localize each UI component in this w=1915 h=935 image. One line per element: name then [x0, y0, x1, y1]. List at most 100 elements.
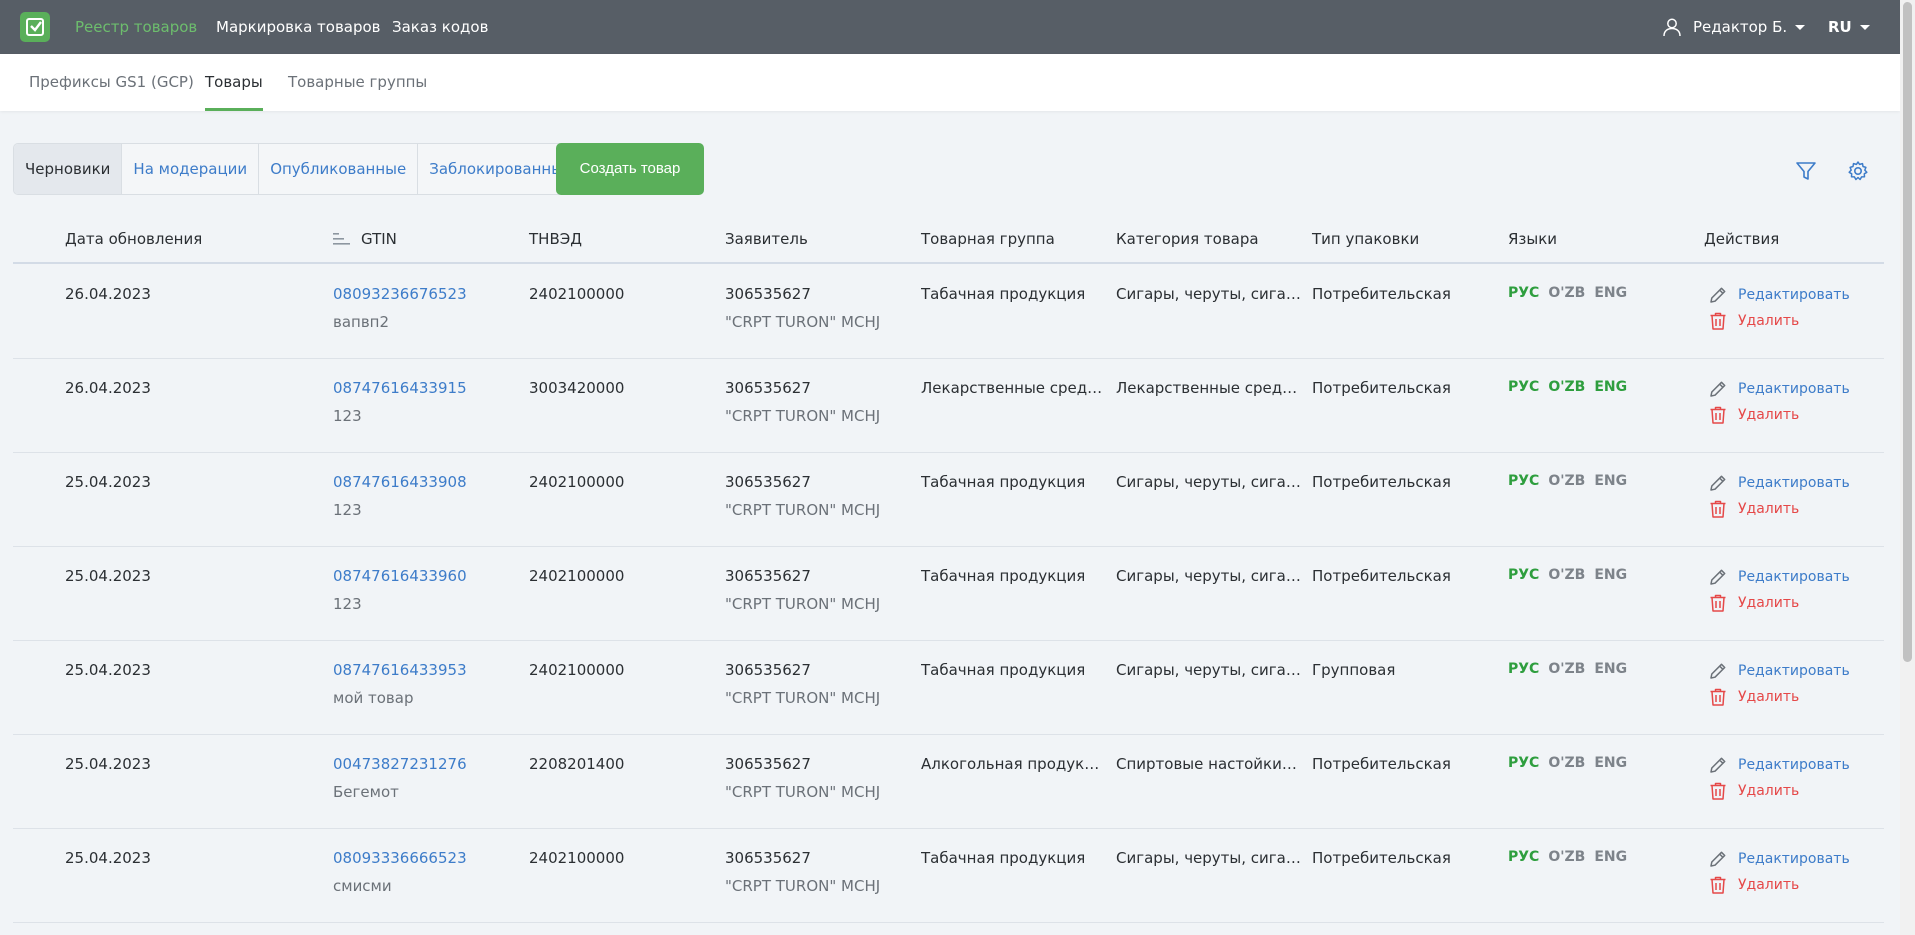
header-applicant[interactable]: Заявитель [725, 222, 808, 256]
status-published[interactable]: Опубликованные [258, 144, 417, 194]
lang-ru: РУС [1508, 285, 1540, 301]
cell-product-category: Сигары, черуты, сигари... [1116, 849, 1301, 867]
delete-button[interactable]: Удалить [1708, 593, 1799, 613]
cell-product-group: Табачная продукция [921, 473, 1086, 491]
cell-gtin-link[interactable]: 08747616433953 [333, 661, 467, 679]
cell-tnved: 2402100000 [529, 661, 625, 679]
cell-package-type: Групповая [1312, 661, 1396, 679]
edit-button[interactable]: Редактировать [1708, 285, 1850, 305]
nav-code-orders[interactable]: Заказ кодов [392, 0, 488, 54]
cell-product-name: смисми [333, 877, 392, 895]
cell-tnved: 2402100000 [529, 473, 625, 491]
header-product-group[interactable]: Товарная группа [921, 222, 1055, 256]
edit-label: Редактировать [1738, 287, 1850, 303]
cell-applicant-name: "CRPT TURON" MCHJ [725, 407, 881, 425]
delete-label: Удалить [1738, 501, 1800, 517]
delete-button[interactable]: Удалить [1708, 311, 1799, 331]
cell-applicant-name: "CRPT TURON" MCHJ [725, 313, 881, 331]
cell-update-date: 26.04.2023 [65, 379, 151, 397]
cell-product-group: Табачная продукция [921, 661, 1086, 679]
delete-label: Удалить [1738, 877, 1800, 893]
lang-en: ENG [1594, 285, 1628, 301]
vertical-scrollbar[interactable] [1900, 0, 1915, 935]
lang-uz: O'ZB [1548, 755, 1586, 771]
cell-package-type: Потребительская [1312, 379, 1451, 397]
header-gtin[interactable]: GTIN [361, 222, 397, 256]
edit-label: Редактировать [1738, 381, 1850, 397]
edit-button[interactable]: Редактировать [1708, 849, 1850, 869]
filter-icon[interactable] [1795, 160, 1817, 182]
lang-ru: РУС [1508, 755, 1540, 771]
header-package-type[interactable]: Тип упаковки [1312, 222, 1419, 256]
app-logo-icon[interactable] [20, 12, 50, 42]
edit-button[interactable]: Редактировать [1708, 661, 1850, 681]
language-selector[interactable]: RU [1828, 0, 1870, 54]
trash-icon [1710, 876, 1726, 894]
cell-applicant-inn: 306535627 [725, 379, 811, 397]
cell-update-date: 26.04.2023 [65, 285, 151, 303]
chevron-down-icon [1859, 24, 1870, 30]
create-product-button[interactable]: Создать товар [556, 143, 704, 195]
cell-product-group: Лекарственные средства [921, 379, 1106, 397]
status-moderation[interactable]: На модерации [121, 144, 258, 194]
cell-product-category: Сигары, черуты, сигари... [1116, 473, 1301, 491]
nav-product-registry[interactable]: Реестр товаров [75, 0, 197, 54]
header-tnved[interactable]: ТНВЭД [529, 222, 582, 256]
edit-button[interactable]: Редактировать [1708, 567, 1850, 587]
settings-icon[interactable] [1847, 160, 1869, 182]
status-drafts[interactable]: Черновики [14, 144, 122, 194]
cell-applicant-name: "CRPT TURON" MCHJ [725, 595, 881, 613]
edit-button[interactable]: Редактировать [1708, 379, 1850, 399]
delete-label: Удалить [1738, 689, 1800, 705]
user-name: Редактор Б. [1693, 18, 1788, 36]
edit-label: Редактировать [1738, 851, 1850, 867]
tab-product-groups[interactable]: Товарные группы [288, 54, 427, 111]
edit-button[interactable]: Редактировать [1708, 473, 1850, 493]
tab-gs1-prefixes[interactable]: Префиксы GS1 (GCP) [29, 54, 194, 111]
cell-tnved: 2208201400 [529, 755, 625, 773]
delete-button[interactable]: Удалить [1708, 875, 1799, 895]
cell-update-date: 25.04.2023 [65, 661, 151, 679]
cell-update-date: 25.04.2023 [65, 473, 151, 491]
cell-tnved: 2402100000 [529, 567, 625, 585]
header-product-category[interactable]: Категория товара [1116, 222, 1259, 256]
lang-ru: РУС [1508, 661, 1540, 677]
chevron-down-icon [1795, 24, 1806, 30]
cell-gtin-link[interactable]: 08747616433908 [333, 473, 467, 491]
table-row: 25.04.2023 08747616433908 123 2402100000… [13, 453, 1884, 547]
delete-label: Удалить [1738, 595, 1800, 611]
cell-product-category: Сигары, черуты, сигари... [1116, 567, 1301, 585]
table-row: 25.04.2023 08747616433953 мой товар 2402… [13, 641, 1884, 735]
delete-button[interactable]: Удалить [1708, 499, 1799, 519]
user-icon [1663, 18, 1681, 37]
cell-product-group: Табачная продукция [921, 849, 1086, 867]
cell-product-category: Сигары, черуты, сигари... [1116, 285, 1301, 303]
cell-tnved: 3003420000 [529, 379, 625, 397]
lang-en: ENG [1594, 849, 1628, 865]
user-menu[interactable]: Редактор Б. [1662, 0, 1806, 54]
edit-button[interactable]: Редактировать [1708, 755, 1850, 775]
edit-label: Редактировать [1738, 663, 1850, 679]
sort-icon[interactable] [333, 232, 351, 246]
cell-product-group: Табачная продукция [921, 567, 1086, 585]
cell-product-name: 123 [333, 595, 362, 613]
delete-button[interactable]: Удалить [1708, 687, 1799, 707]
cell-gtin-link[interactable]: 08093336666523 [333, 849, 467, 867]
cell-product-category: Лекарственные средств... [1116, 379, 1301, 397]
tab-products[interactable]: Товары [205, 54, 263, 111]
delete-button[interactable]: Удалить [1708, 405, 1799, 425]
delete-button[interactable]: Удалить [1708, 781, 1799, 801]
table-row: 26.04.2023 08747616433915 123 3003420000… [13, 359, 1884, 453]
scrollbar-thumb[interactable] [1903, 2, 1912, 662]
cell-gtin-link[interactable]: 00473827231276 [333, 755, 467, 773]
cell-gtin-link[interactable]: 08747616433915 [333, 379, 467, 397]
cell-gtin-link[interactable]: 08093236676523 [333, 285, 467, 303]
header-actions: Действия [1704, 230, 1780, 248]
cell-update-date: 25.04.2023 [65, 849, 151, 867]
header-update-date[interactable]: Дата обновления [65, 222, 202, 256]
table-row: 25.04.2023 00473827231276 Бегемот 220820… [13, 735, 1884, 829]
pencil-icon [1710, 851, 1726, 867]
edit-label: Редактировать [1738, 757, 1850, 773]
nav-product-marking[interactable]: Маркировка товаров [216, 0, 381, 54]
cell-gtin-link[interactable]: 08747616433960 [333, 567, 467, 585]
